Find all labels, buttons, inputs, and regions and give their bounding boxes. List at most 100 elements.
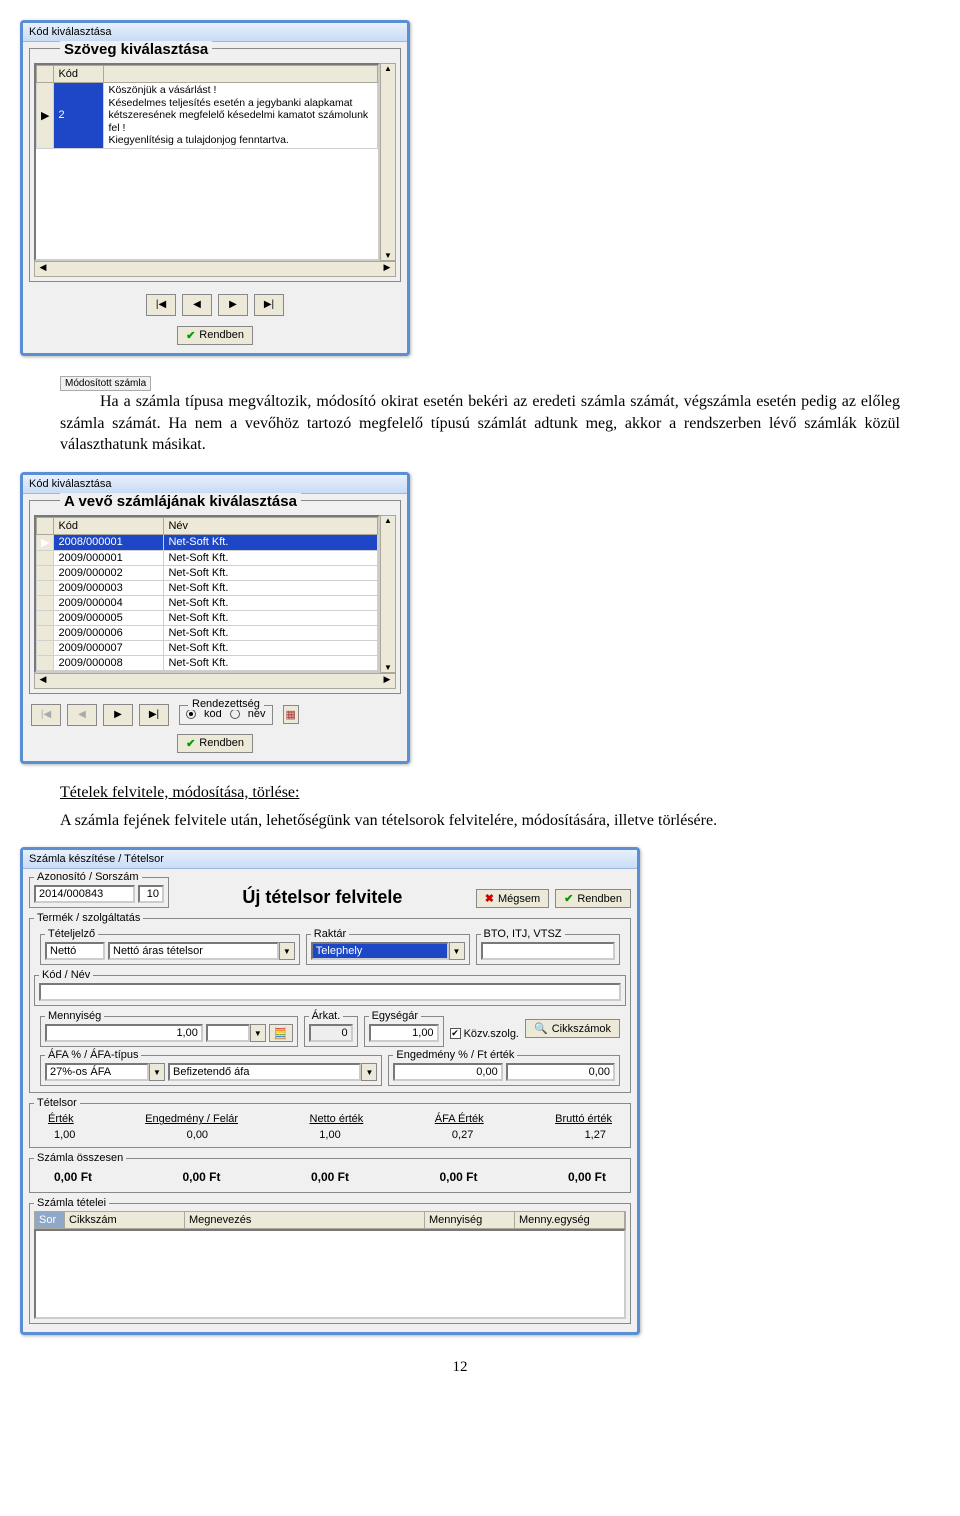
nav-prev-icon[interactable]: ◀ bbox=[182, 294, 212, 316]
arkat-field: 0 bbox=[309, 1024, 353, 1042]
dialog-heading: Új tételsor felvitele bbox=[175, 877, 470, 908]
row-pointer-icon bbox=[37, 640, 54, 655]
kodnev-label: Kód / Név bbox=[39, 969, 93, 981]
val-ertek: 1,00 bbox=[54, 1129, 75, 1141]
cell-kod[interactable]: 2 bbox=[54, 83, 104, 149]
nav-last-icon[interactable]: ▶| bbox=[139, 704, 169, 726]
search-icon: 🔍 bbox=[534, 1022, 548, 1035]
tjel2-dropdown[interactable]: Nettó áras tételsor▼ bbox=[108, 942, 295, 960]
menny-field[interactable]: 1,00 bbox=[45, 1024, 203, 1042]
enged-ft-field[interactable]: 0,00 bbox=[506, 1063, 615, 1081]
cancel-button[interactable]: ✖ Mégsem bbox=[476, 889, 549, 908]
azon-field[interactable]: 2014/000843 bbox=[34, 885, 135, 903]
paragraph-2: A számla fejének felvitele után, lehetős… bbox=[60, 810, 900, 832]
cell-nev[interactable]: Net-Soft Kft. bbox=[164, 610, 378, 625]
cell-kod[interactable]: 2009/000001 bbox=[54, 550, 164, 565]
menny-unit-dropdown[interactable]: ▼ bbox=[206, 1024, 266, 1042]
tot-5: 0,00 Ft bbox=[568, 1170, 606, 1184]
tool-button[interactable]: ▦ bbox=[283, 705, 299, 724]
titlebar: Kód kiválasztása bbox=[23, 475, 407, 494]
osszesen-label: Számla összesen bbox=[34, 1152, 126, 1164]
cell-nev[interactable]: Net-Soft Kft. bbox=[164, 580, 378, 595]
row-pointer-icon bbox=[37, 625, 54, 640]
scrollbar-vertical[interactable]: ▲ ▼ bbox=[380, 63, 396, 261]
check-icon: ✔ bbox=[186, 737, 195, 750]
cell-text[interactable]: Köszönjük a vásárlást ! Késedelmes telje… bbox=[104, 83, 378, 149]
col-kod: Kód bbox=[54, 66, 104, 83]
cell-kod[interactable]: 2009/000003 bbox=[54, 580, 164, 595]
cell-kod[interactable]: 2009/000008 bbox=[54, 655, 164, 670]
egysegar-field[interactable]: 1,00 bbox=[369, 1024, 439, 1042]
tbl-col-sor: Sor bbox=[35, 1212, 65, 1228]
val-afa: 0,27 bbox=[452, 1129, 473, 1141]
col-ertek: Érték bbox=[48, 1113, 74, 1125]
cell-kod[interactable]: 2009/000005 bbox=[54, 610, 164, 625]
bto-label: BTO, ITJ, VTSZ bbox=[481, 928, 565, 940]
nav-first-icon[interactable]: |◀ bbox=[31, 704, 61, 726]
panel-title: A vevő számlájának kiválasztása bbox=[60, 493, 301, 510]
kodnev-field[interactable] bbox=[39, 983, 621, 1001]
dialog-code-select-1: Kód kiválasztása Szöveg kiválasztása Kód… bbox=[20, 20, 410, 356]
nav-prev-icon[interactable]: ◀ bbox=[67, 704, 97, 726]
panel-title: Szöveg kiválasztása bbox=[60, 41, 212, 58]
check-icon: ✔ bbox=[186, 329, 195, 342]
afa-dropdown[interactable]: 27%-os ÁFA▼ bbox=[45, 1063, 165, 1081]
cell-nev[interactable]: Net-Soft Kft. bbox=[164, 595, 378, 610]
titlebar: Számla készítése / Tételsor bbox=[23, 850, 637, 869]
cell-kod[interactable]: 2009/000002 bbox=[54, 565, 164, 580]
bto-field[interactable] bbox=[481, 942, 616, 960]
scrollbar-horizontal[interactable]: ◀▶ bbox=[34, 673, 396, 689]
nav-next-icon[interactable]: ▶ bbox=[218, 294, 248, 316]
cell-nev[interactable]: Net-Soft Kft. bbox=[164, 625, 378, 640]
cell-nev[interactable]: Net-Soft Kft. bbox=[164, 640, 378, 655]
ok-button[interactable]: ✔ Rendben bbox=[555, 889, 631, 908]
cell-kod[interactable]: 2009/000004 bbox=[54, 595, 164, 610]
radio-kod[interactable] bbox=[186, 709, 196, 719]
code-grid[interactable]: Kód ▶ 2 Köszönjük a vásárlást ! Késedelm… bbox=[36, 65, 378, 149]
arkat-label: Árkat. bbox=[309, 1010, 344, 1022]
scrollbar-horizontal[interactable]: ◀▶ bbox=[34, 261, 396, 277]
scrollbar-vertical[interactable]: ▲ ▼ bbox=[380, 515, 396, 673]
cell-nev[interactable]: Net-Soft Kft. bbox=[164, 550, 378, 565]
cell-nev[interactable]: Net-Soft Kft. bbox=[164, 655, 378, 670]
kozv-checkbox[interactable]: ✔ bbox=[450, 1028, 461, 1039]
tjel-label: Tételjelző bbox=[45, 928, 98, 940]
raktar-dropdown[interactable]: Telephely▼ bbox=[311, 942, 465, 960]
row-pointer-icon bbox=[37, 550, 54, 565]
cell-kod[interactable]: 2009/000006 bbox=[54, 625, 164, 640]
cell-kod[interactable]: 2008/000001 bbox=[54, 534, 164, 550]
nav-bar: |◀ ◀ ▶ ▶| bbox=[23, 288, 407, 322]
tbl-col-menny: Mennyiség bbox=[425, 1212, 515, 1228]
cell-kod[interactable]: 2009/000007 bbox=[54, 640, 164, 655]
modified-invoice-label: Módosított számla bbox=[60, 376, 151, 391]
group-termek: Termék / szolgáltatás bbox=[34, 912, 143, 924]
check-icon: ✔ bbox=[564, 892, 573, 905]
egysegar-label: Egységár bbox=[369, 1010, 421, 1022]
calc-button[interactable]: 🧮 bbox=[269, 1024, 293, 1042]
col-netto: Netto érték bbox=[310, 1113, 364, 1125]
afa2-dropdown[interactable]: Befizetendő áfa▼ bbox=[168, 1063, 377, 1081]
row-pointer-icon bbox=[37, 610, 54, 625]
cross-icon: ✖ bbox=[485, 892, 494, 905]
ok-button[interactable]: ✔ Rendben bbox=[177, 326, 253, 345]
titlebar: Kód kiválasztása bbox=[23, 23, 407, 42]
items-table-header: Sor Cikkszám Megnevezés Mennyiség Menny.… bbox=[34, 1211, 626, 1229]
invoice-grid[interactable]: Kód Név ▶2008/000001Net-Soft Kft.2009/00… bbox=[36, 517, 378, 671]
cell-nev[interactable]: Net-Soft Kft. bbox=[164, 565, 378, 580]
tjel-field[interactable]: Nettó bbox=[45, 942, 105, 960]
tbl-col-cikk: Cikkszám bbox=[65, 1212, 185, 1228]
nav-first-icon[interactable]: |◀ bbox=[146, 294, 176, 316]
section-heading: Tételek felvitele, módosítása, törlése: bbox=[60, 784, 900, 802]
sor-field[interactable]: 10 bbox=[138, 885, 164, 903]
ok-button[interactable]: ✔ Rendben bbox=[177, 734, 253, 753]
cell-nev[interactable]: Net-Soft Kft. bbox=[164, 534, 378, 550]
paragraph-1: Ha a számla típusa megváltozik, módosító… bbox=[60, 391, 900, 456]
cikkszamok-label: Cikkszámok bbox=[552, 1023, 611, 1035]
enged-pct-field[interactable]: 0,00 bbox=[393, 1063, 502, 1081]
items-table-body[interactable] bbox=[34, 1229, 626, 1319]
nav-last-icon[interactable]: ▶| bbox=[254, 294, 284, 316]
nav-next-icon[interactable]: ▶ bbox=[103, 704, 133, 726]
tot-3: 0,00 Ft bbox=[311, 1170, 349, 1184]
cikkszamok-button[interactable]: 🔍 Cikkszámok bbox=[525, 1019, 620, 1038]
radio-nev[interactable] bbox=[230, 709, 240, 719]
